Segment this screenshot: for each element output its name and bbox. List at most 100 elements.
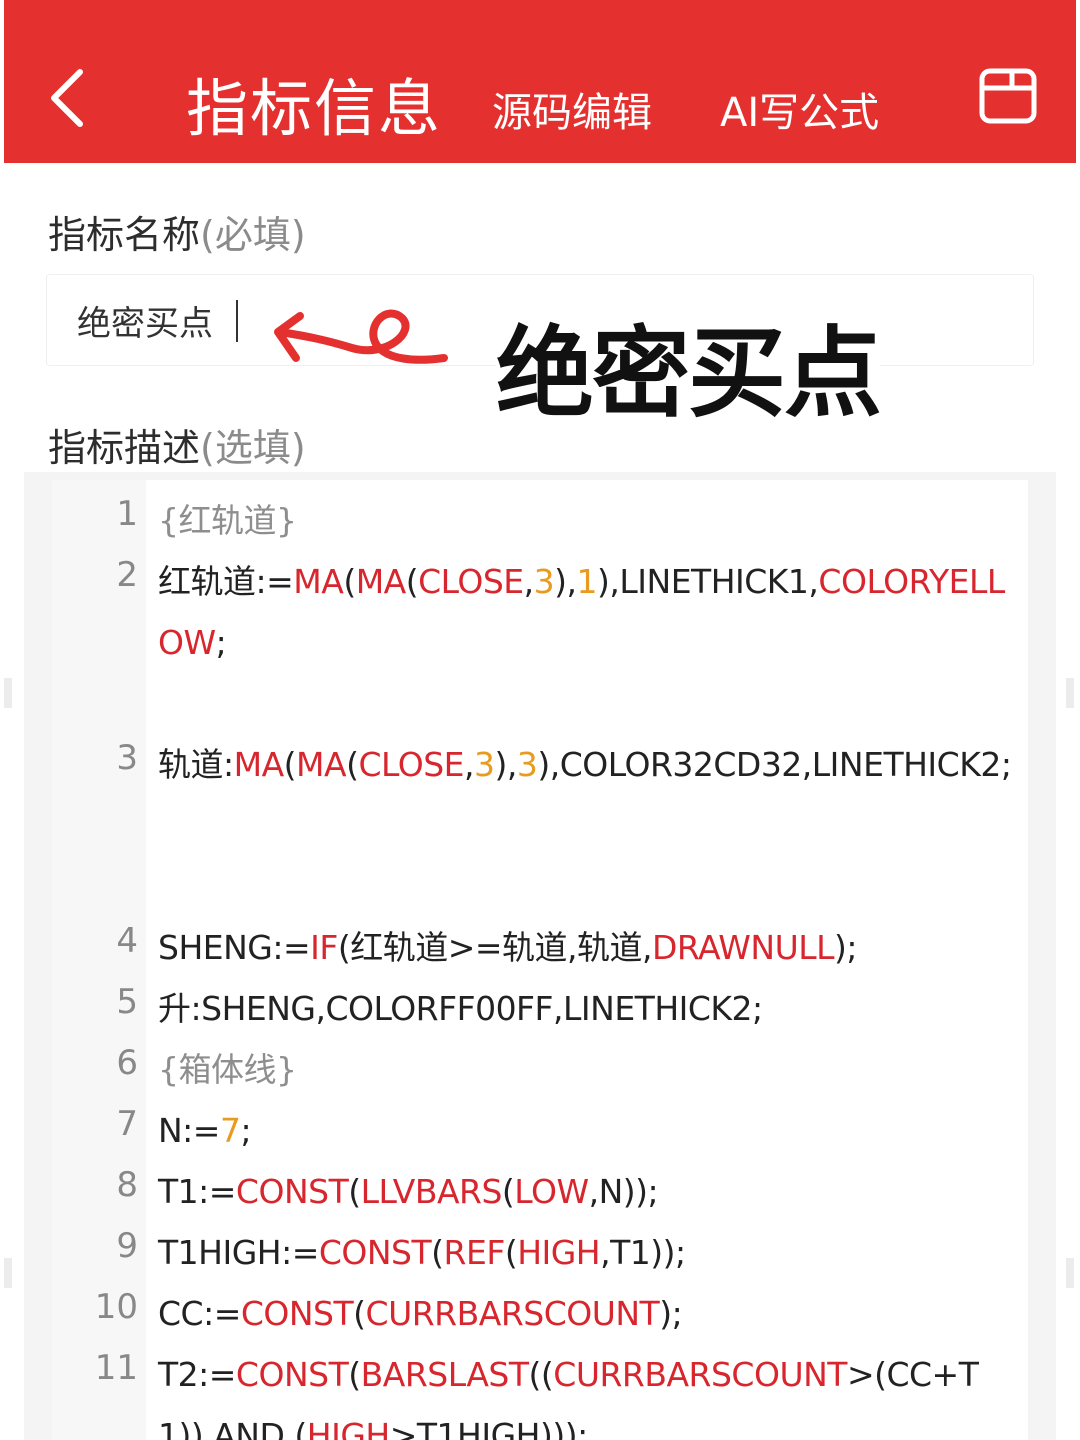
code-token: (: [283, 745, 297, 784]
code-token: HIGH: [517, 1233, 601, 1272]
scroll-marker: [4, 678, 12, 708]
line-number: 7: [116, 1104, 138, 1144]
code-token: IF: [310, 928, 338, 967]
code-token: (: [405, 562, 419, 601]
code-token: 7: [219, 1111, 241, 1150]
name-field-label: 指标名称(必填): [48, 204, 306, 259]
code-token: HIGH: [306, 1416, 390, 1440]
code-token: CURRBARSCOUNT: [365, 1294, 660, 1333]
code-line[interactable]: CC:=CONST(CURRBARSCOUNT);: [158, 1283, 1018, 1344]
line-number: 5: [116, 982, 138, 1022]
code-token: (: [504, 1233, 518, 1272]
line-number: 9: [116, 1226, 138, 1266]
code-line[interactable]: {红轨道}: [158, 490, 1018, 551]
code-line[interactable]: N:=7;: [158, 1100, 1018, 1161]
code-token: N:=: [158, 1111, 220, 1150]
code-line[interactable]: T1HIGH:=CONST(REF(HIGH,T1));: [158, 1222, 1018, 1283]
tab-source-edit[interactable]: 源码编辑: [492, 80, 652, 138]
desc-field-label: 指标描述(选填): [48, 417, 306, 472]
code-token: ),: [554, 562, 577, 601]
code-token: ,: [464, 745, 475, 784]
code-token: 轨道:: [158, 745, 234, 784]
code-token: CONST: [235, 1172, 349, 1211]
name-label-hint: (必填): [200, 213, 306, 257]
code-token: MA: [293, 562, 344, 601]
code-token: CONST: [240, 1294, 354, 1333]
line-number: 3: [116, 738, 138, 778]
code-token: (: [343, 562, 356, 601]
code-token: {红轨道}: [158, 501, 297, 540]
line-number: 11: [94, 1348, 138, 1388]
code-token: ;: [215, 623, 227, 662]
code-token: BARSLAST: [360, 1355, 529, 1394]
code-token: MA: [355, 562, 407, 601]
scroll-marker: [1066, 1258, 1074, 1288]
line-number: 4: [116, 921, 138, 961]
line-number: 8: [116, 1165, 138, 1205]
code-line[interactable]: T1:=CONST(LLVBARS(LOW,N));: [158, 1161, 1018, 1222]
code-token: MA: [233, 745, 285, 784]
line-number-gutter: 1 2 3 4 5 6 7 8 9 10 11: [52, 480, 146, 1440]
code-line[interactable]: T2:=CONST(BARSLAST((CURRBARSCOUNT>(CC+T1…: [158, 1344, 1018, 1440]
code-token: (: [346, 745, 359, 784]
code-token: CURRBARSCOUNT: [553, 1355, 847, 1394]
code-token: (: [501, 1172, 515, 1211]
code-token: ),COLOR32CD32,LINETHICK2;: [537, 745, 1012, 784]
code-token: ,: [523, 562, 535, 601]
code-token: REF: [443, 1233, 506, 1272]
code-token: SHENG:=: [158, 928, 311, 967]
code-token: T1:=: [158, 1172, 236, 1211]
code-token: LOW: [514, 1172, 589, 1211]
code-token: CONST: [318, 1233, 432, 1272]
code-token: >T1HIGH)));: [389, 1416, 588, 1440]
code-token: 3: [516, 745, 538, 784]
code-token: ,N));: [588, 1172, 659, 1211]
annotation-label: 绝密买点: [496, 294, 882, 436]
code-token: 3: [474, 745, 495, 784]
code-editor[interactable]: 1 2 3 4 5 6 7 8 9 10 11 {红轨道} 红轨道:=MA(MA(CLOSE,3),1…: [52, 480, 1028, 1440]
code-token: (: [431, 1233, 444, 1272]
code-token: (: [353, 1294, 366, 1333]
code-line[interactable]: {箱体线}: [158, 1039, 1018, 1100]
line-number: 10: [94, 1287, 138, 1327]
code-token: LLVBARS: [360, 1172, 503, 1211]
code-token: ((: [528, 1355, 554, 1394]
line-number: 2: [116, 555, 138, 595]
page-title: 指标信息: [186, 72, 443, 145]
code-token: ,T1));: [600, 1233, 686, 1272]
code-token: CLOSE: [358, 745, 464, 784]
code-token: DRAWNULL: [652, 928, 835, 967]
code-token: CC:=: [158, 1294, 241, 1333]
chevron-left-icon: [51, 69, 83, 127]
text-caret: [236, 300, 238, 342]
code-token: 1: [576, 562, 598, 601]
code-token: ),LINETHICK1,: [597, 562, 819, 601]
code-token: (: [348, 1355, 361, 1394]
back-button[interactable]: [40, 62, 100, 134]
code-line[interactable]: 升:SHENG,COLORFF00FF,LINETHICK2;: [158, 978, 1018, 1039]
code-line[interactable]: 红轨道:=MA(MA(CLOSE,3),1),LINETHICK1,COLORY…: [158, 551, 1018, 673]
code-token: );: [659, 1294, 683, 1333]
code-token: CLOSE: [418, 562, 524, 601]
code-token: 升:SHENG,COLORFF00FF,LINETHICK2;: [158, 989, 763, 1028]
scroll-marker: [4, 1258, 12, 1288]
floppy-disk-icon: [979, 68, 1037, 124]
code-line[interactable]: SHENG:=IF(红轨道>=轨道,轨道,DRAWNULL);: [158, 917, 1018, 978]
line-number: 1: [116, 494, 138, 534]
app-header: 指标信息 源码编辑 AI写公式: [4, 0, 1076, 163]
save-button[interactable]: [976, 66, 1040, 126]
code-line[interactable]: 轨道:MA(MA(CLOSE,3),3),COLOR32CD32,LINETHI…: [158, 734, 1018, 795]
name-label-text: 指标名称: [48, 213, 201, 257]
code-token: {箱体线}: [158, 1050, 297, 1089]
code-token: MA: [296, 745, 347, 784]
code-token: (: [348, 1172, 361, 1211]
code-token: 3: [533, 562, 555, 601]
line-number: 6: [116, 1043, 138, 1083]
code-token: T2:=: [158, 1355, 236, 1394]
desc-label-text: 指标描述: [48, 426, 201, 470]
code-token: CONST: [235, 1355, 349, 1394]
code-token: ;: [240, 1111, 252, 1150]
code-token: 红轨道:=: [158, 562, 294, 601]
tab-ai-formula[interactable]: AI写公式: [720, 80, 879, 138]
code-token: (红轨道>=轨道,轨道,: [337, 928, 653, 967]
